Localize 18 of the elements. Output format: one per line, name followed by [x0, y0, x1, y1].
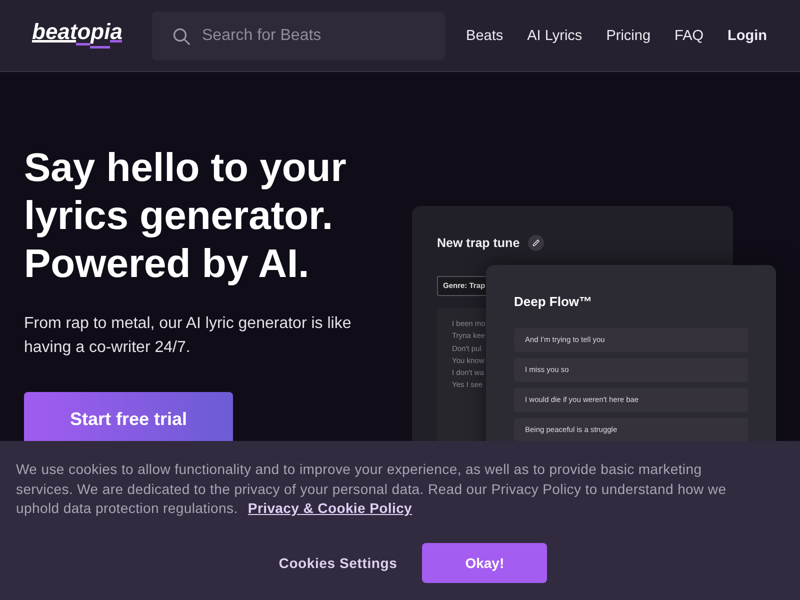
song-title: New trap tune: [437, 236, 520, 250]
cookie-notice-text: We use cookies to allow functionality and to improve your experience, as well as to provide basic marketing services. We are dedicated to the privacy of your personal data. Read our Privacy Policy to understand how we uphold data protection regulations. Privacy & Cookie Policy: [16, 460, 728, 518]
accept-button[interactable]: Okay!: [422, 542, 548, 582]
search-icon: [173, 28, 190, 44]
search-field[interactable]: Search for Beats: [152, 12, 445, 60]
hero-subtitle: From rap to metal, our AI lyric generator is like having a co-writer 24/7.: [24, 314, 352, 358]
start-trial-button[interactable]: Start free trial: [24, 392, 233, 441]
card-title: Deep Flow™: [514, 293, 592, 311]
login-link[interactable]: Login: [728, 28, 767, 44]
logo-text[interactable]: beatopia: [32, 20, 126, 42]
hero-heading: Say hello to your lyrics generator. Powered by AI.: [24, 145, 348, 288]
nav-link[interactable]: Pricing: [606, 28, 651, 44]
nav-link[interactable]: Beats: [466, 28, 504, 44]
privacy-policy-link[interactable]: Privacy & Cookie Policy: [248, 500, 412, 516]
cookie-settings-button[interactable]: Cookies Settings: [278, 542, 398, 582]
nav-link[interactable]: AI Lyrics: [527, 28, 582, 44]
nav-link[interactable]: FAQ: [674, 28, 704, 44]
pencil-icon: [528, 235, 544, 251]
